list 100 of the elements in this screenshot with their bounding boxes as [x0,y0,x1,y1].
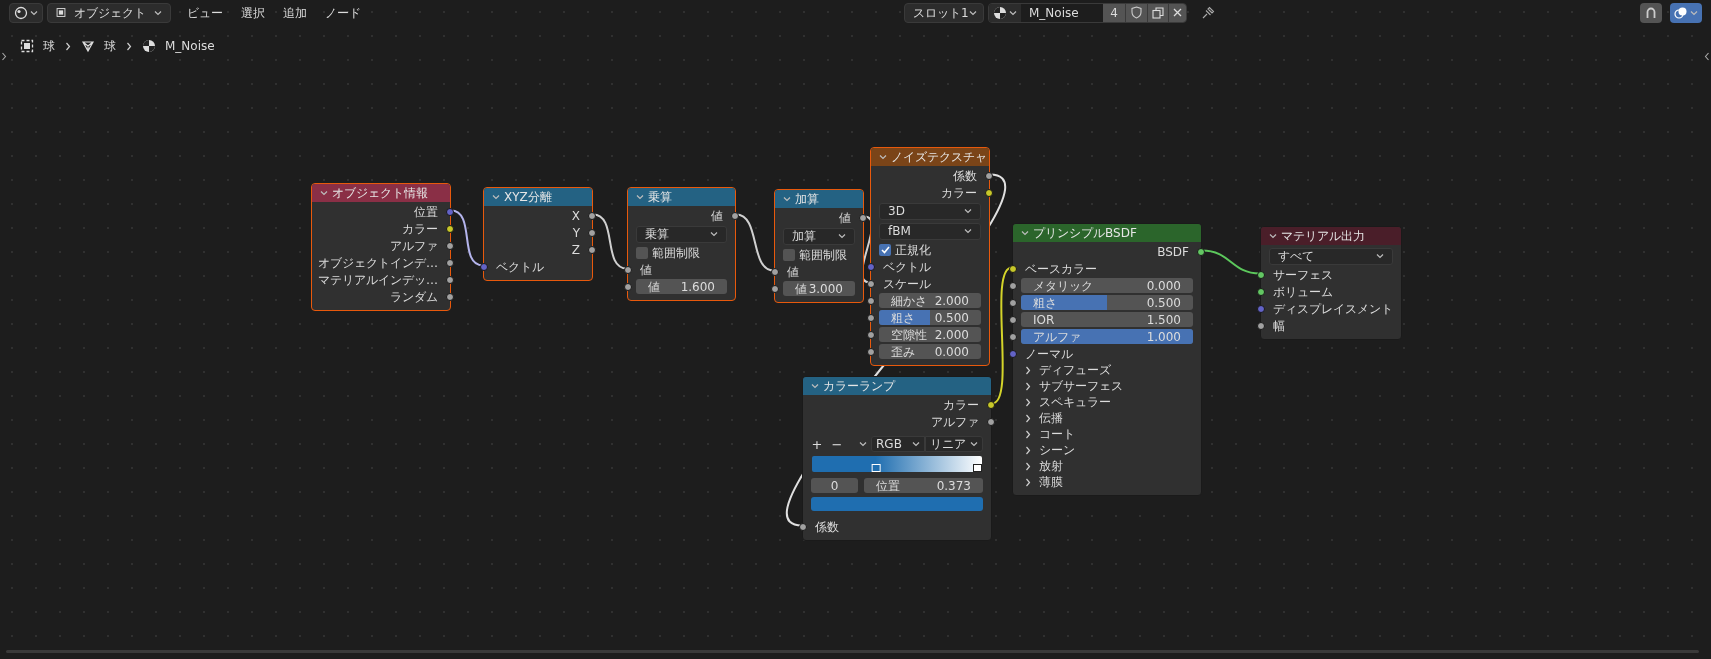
mesh-icon [81,39,95,53]
node-title: 乗算 [648,189,672,206]
menu-item[interactable]: 選択 [241,3,265,22]
dropdown[interactable]: 加算 [783,227,855,245]
snap-button[interactable] [1640,2,1662,23]
pin-icon [1201,6,1215,19]
number-field[interactable]: アルファ 1.000 [1021,329,1193,344]
caret-icon [879,154,887,160]
number-field[interactable]: IOR 1.500 [1021,312,1193,327]
number-field[interactable]: 0 [811,478,858,493]
dropdown[interactable]: リニア [925,436,983,452]
dropdown[interactable]: 乗算 [636,225,727,243]
number-field[interactable]: 値3.000 [783,281,855,296]
add-stop-button[interactable]: + [811,437,823,451]
node-header[interactable]: カラーランプ [803,377,991,395]
socket-label: ボリューム [1273,283,1333,301]
node-header[interactable]: オブジェクト情報 [312,184,450,202]
caret-icon [1269,233,1277,239]
panel-toggle[interactable]: スペキュラー [1025,393,1111,411]
object-icon [56,6,66,19]
number-field[interactable]: 空隙性 2.000 [879,327,981,342]
panel-toggle[interactable]: 伝播 [1025,409,1063,427]
caret-icon [964,208,972,214]
node-card[interactable]: 加算 値 加算 範囲制限 値 値3.000 [774,189,864,303]
panel-toggle[interactable]: シーン [1025,441,1075,459]
socket-label: ノーマル [1025,345,1073,363]
checkbox[interactable] [879,243,891,256]
caret-icon [859,441,867,447]
node-header[interactable]: 加算 [775,190,863,208]
node-title: XYZ分離 [504,189,552,206]
socket-label: Y [572,224,580,242]
caret-icon [968,9,977,16]
socket-label: マテリアルインデッ… [318,271,438,289]
socket-label: カラー [941,184,977,202]
node-card[interactable]: マテリアル出力 すべて サーフェス ボリューム ディスプレイスメント 幅 [1260,226,1402,340]
menu-item[interactable]: ビュー [187,3,223,22]
socket-label: アルファ [390,237,438,255]
socket-label: ランダム [390,288,438,306]
checkbox[interactable] [636,246,648,259]
caret-icon [783,196,791,202]
magnet-icon [1645,6,1657,19]
node-card[interactable]: XYZ分離 X Y Z ベクトル [483,187,593,281]
overlay-button[interactable] [1670,2,1702,23]
node-header[interactable]: XYZ分離 [484,188,592,206]
chevron-icon [126,41,132,51]
caret-icon [811,383,819,389]
node-card[interactable]: プリンシプルBSDF BSDF ベースカラー メタリック 0.000 粗さ 0.500 IOR 1.500 アルファ 1.000 ノーマル ディフューズ サブサーフェス スペキュラー 伝播 コート シーン 放射 薄膜 [1012,223,1202,496]
number-field[interactable]: 値 1.600 [636,279,727,294]
editor-type-button[interactable] [9,2,43,23]
slot-dropdown[interactable]: スロット1 [904,2,984,23]
number-field[interactable]: 細かさ 2.000 [879,293,981,308]
socket-label: 位置 [414,203,438,221]
socket-label: BSDF [1157,243,1189,261]
number-field[interactable]: 粗さ 0.500 [1021,295,1193,310]
node-card[interactable]: オブジェクト情報 位置 カラー アルファ オブジェクトインデ… マテリアルインデッ… ランダム [311,183,451,311]
breadcrumb-item[interactable]: 球 [43,37,55,55]
node-header[interactable]: ノイズテクスチャ [871,148,989,166]
node-card[interactable]: 乗算 値 乗算 範囲制限 値 値 1.600 [627,187,736,301]
panel-toggle[interactable]: コート [1025,425,1075,443]
number-field[interactable]: 粗さ 0.500 [879,310,981,325]
socket-label: アルファ [931,413,979,431]
sidebar-toggle-icon[interactable] [1704,52,1710,61]
number-field[interactable]: 歪み 0.000 [879,344,981,359]
panel-toggle[interactable]: サブサーフェス [1025,377,1123,395]
node-header[interactable]: プリンシプルBSDF [1013,224,1201,242]
socket-label: 値 [640,261,652,279]
socket-label: 幅 [1273,317,1285,335]
number-field[interactable]: メタリック 0.000 [1021,278,1193,293]
dropdown[interactable]: すべて [1269,247,1393,265]
ramp-stop-marker[interactable] [973,464,982,472]
caret-icon [636,194,644,200]
node-header[interactable]: 乗算 [628,188,735,206]
menu-item[interactable]: ノード [325,3,361,22]
sidebar-toggle-icon[interactable] [1,52,7,61]
dropdown[interactable]: RGB [871,436,925,452]
caret-icon [970,441,978,447]
checkbox-label: 範囲制限 [799,246,847,264]
socket-label: 値 [711,207,723,225]
socket-label: 値 [787,263,799,281]
socket-label: ベースカラー [1025,260,1097,278]
remove-stop-button[interactable]: − [831,437,843,451]
breadcrumb-item[interactable]: 球 [104,37,116,55]
number-field[interactable]: 位置 0.373 [864,478,983,493]
checkbox[interactable] [783,248,795,261]
node-card[interactable]: カラーランプ カラー アルファ + − RGB リニア 0 位置 0.373 係数 [802,376,992,541]
caret-icon [1690,9,1698,16]
socket-label: 係数 [815,518,839,536]
color-ramp[interactable] [812,456,982,472]
caret-icon [154,9,162,16]
dropdown[interactable]: fBM [879,222,981,240]
mode-dropdown[interactable]: オブジェクト [47,2,171,23]
color-swatch[interactable] [811,497,983,511]
panel-toggle[interactable]: 放射 [1025,457,1063,475]
menu-item[interactable]: 追加 [283,3,307,22]
node-header[interactable]: マテリアル出力 [1261,227,1401,245]
node-card[interactable]: ノイズテクスチャ 係数 カラー 3D fBM 正規化 ベクトル スケール 細かさ 2.000 粗さ 0.500 空隙性 2.000 歪み 0.000 [870,147,990,366]
panel-toggle[interactable]: ディフューズ [1025,361,1111,379]
panel-toggle[interactable]: 薄膜 [1025,473,1063,491]
dropdown[interactable]: 3D [879,202,981,220]
breadcrumb-item[interactable]: M_Noise [165,37,215,55]
